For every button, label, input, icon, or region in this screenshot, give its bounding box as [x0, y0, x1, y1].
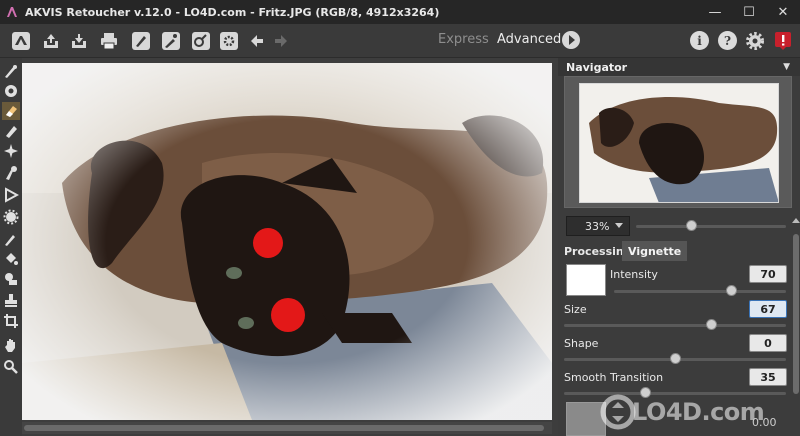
extra-value: 0.00 [752, 416, 777, 429]
intensity-label: Intensity [610, 268, 658, 281]
zoom-value: 33% [585, 219, 610, 233]
navigator-title: Navigator [566, 60, 628, 74]
back-arrow-icon[interactable] [246, 30, 268, 52]
intensity-slider-track[interactable] [614, 290, 786, 293]
shape-label: Shape [564, 337, 599, 350]
navigator-preview[interactable] [564, 76, 792, 208]
close-icon[interactable]: ✕ [766, 0, 800, 24]
smooth-transition-value[interactable]: 35 [749, 368, 787, 386]
brush-icon[interactable] [2, 230, 20, 248]
watermark-text: LO4D.com [632, 398, 765, 426]
mode-advanced-tab[interactable]: Advanced [497, 32, 561, 47]
tab-vignette[interactable]: Vignette [622, 241, 688, 261]
app-window: AKVIS Retoucher v.12.0 - LO4D.com - Frit… [0, 0, 800, 436]
right-panel: Navigator ▼ 33% Processing Vignette Inte… [558, 58, 800, 436]
chisel-icon[interactable] [2, 122, 20, 140]
title-bar: AKVIS Retoucher v.12.0 - LO4D.com - Frit… [0, 0, 800, 24]
navigator-view-rect[interactable] [579, 83, 779, 203]
patch-icon[interactable] [2, 82, 20, 100]
size-label: Size [564, 303, 587, 316]
eraser-icon[interactable] [2, 102, 20, 120]
scroll-up-icon[interactable] [792, 218, 800, 223]
home-icon[interactable] [10, 30, 32, 52]
star-burst-icon[interactable] [2, 142, 20, 160]
caret-down-icon [615, 223, 623, 228]
vscroll-thumb[interactable] [793, 234, 799, 394]
size-value[interactable]: 67 [749, 300, 787, 318]
maximize-icon[interactable]: ☐ [732, 0, 766, 24]
stamp-icon[interactable] [2, 292, 20, 310]
settings-brush-icon[interactable] [190, 30, 212, 52]
open-icon[interactable] [40, 30, 62, 52]
retouch-brush-icon[interactable] [2, 62, 20, 80]
zoom-select[interactable]: 33% [566, 216, 630, 236]
shape-slider-knob[interactable] [670, 353, 681, 364]
gear-cog-icon[interactable] [218, 30, 240, 52]
mode-express-tab[interactable]: Express [438, 32, 489, 47]
save-icon[interactable] [68, 30, 90, 52]
triangle-play-icon[interactable] [2, 186, 20, 204]
zoom-slider-knob[interactable] [686, 220, 697, 231]
window-controls: — ☐ ✕ [698, 0, 800, 24]
hand-icon[interactable] [2, 336, 20, 354]
print-icon[interactable] [98, 30, 120, 52]
size-slider-knob[interactable] [706, 319, 717, 330]
cat-photo [22, 63, 552, 420]
play-icon[interactable] [562, 31, 580, 49]
zoom-row: 33% [558, 216, 800, 238]
horizontal-scrollbar[interactable] [22, 422, 552, 434]
size-slider-track[interactable] [564, 324, 786, 327]
tool-strip [0, 58, 22, 436]
vignette-color-swatch[interactable] [566, 264, 606, 296]
window-title: AKVIS Retoucher v.12.0 - LO4D.com - Frit… [25, 5, 440, 19]
brush-pen-icon[interactable] [130, 30, 152, 52]
shape-value[interactable]: 0 [749, 334, 787, 352]
alert-icon[interactable] [772, 30, 794, 52]
app-icon [7, 7, 17, 17]
intensity-value[interactable]: 70 [749, 265, 787, 283]
wand-brush-icon[interactable] [160, 30, 182, 52]
zoom-slider-track[interactable] [636, 225, 786, 228]
scroll-thumb[interactable] [24, 425, 544, 431]
zoom-icon[interactable] [2, 358, 20, 376]
gear-icon[interactable] [744, 30, 766, 52]
crop-icon[interactable] [2, 312, 20, 330]
smudge-icon[interactable] [2, 164, 20, 182]
help-icon[interactable]: ? [718, 31, 737, 50]
chevron-down-icon[interactable]: ▼ [783, 62, 790, 72]
image-canvas[interactable] [22, 63, 552, 420]
main-toolbar: Express Advanced i ? [0, 24, 800, 58]
intensity-slider-knob[interactable] [726, 285, 737, 296]
minimize-icon[interactable]: — [698, 0, 732, 24]
navigator-header[interactable]: Navigator ▼ [558, 58, 800, 76]
smooth-transition-label: Smooth Transition [564, 371, 664, 384]
forward-arrow-icon[interactable] [270, 30, 292, 52]
clone-stamp-icon[interactable] [2, 270, 20, 288]
paint-bucket-icon[interactable] [2, 250, 20, 268]
watermark-logo-icon [600, 394, 636, 430]
info-icon[interactable]: i [690, 31, 709, 50]
settings-tabs: Processing Vignette [558, 241, 790, 261]
gear-spot-icon[interactable] [2, 208, 20, 226]
